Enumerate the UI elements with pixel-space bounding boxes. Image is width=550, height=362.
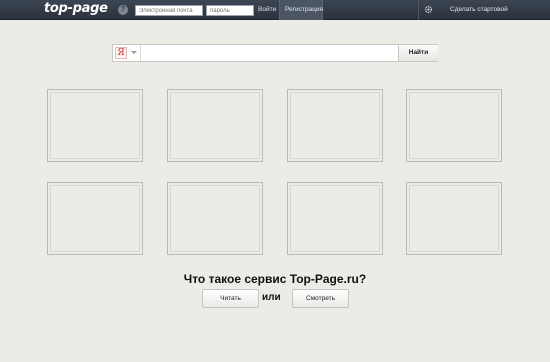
logo[interactable]: top-page [44, 1, 108, 16]
email-field[interactable] [135, 5, 203, 16]
register-tab[interactable]: Регистрация [279, 0, 323, 20]
promo-question: Что такое сервис Top-Page.ru? [183, 272, 367, 286]
header-divider [418, 0, 419, 20]
speed-dial-tile-5[interactable] [47, 182, 143, 255]
chevron-down-icon[interactable] [131, 51, 137, 54]
watch-button[interactable]: Смотреть [292, 289, 349, 308]
login-link[interactable]: Войти [258, 6, 276, 13]
speed-dial-tile-6[interactable] [167, 182, 263, 255]
gear-icon[interactable] [424, 5, 433, 14]
top-bar: top-page ? Войти Регистрация Сделать ста… [0, 0, 550, 20]
speed-dial-tile-4[interactable] [406, 89, 502, 162]
speed-dial-tile-7[interactable] [287, 182, 383, 255]
search-box: Я Найти [112, 44, 438, 62]
search-divider [140, 45, 141, 61]
yandex-icon[interactable]: Я [115, 47, 127, 59]
search-button[interactable]: Найти [398, 45, 438, 61]
read-button[interactable]: Читать [202, 289, 259, 308]
speed-dial-tile-3[interactable] [287, 89, 383, 162]
speed-dial-tile-1[interactable] [47, 89, 143, 162]
speed-dial-tile-2[interactable] [167, 89, 263, 162]
question-icon[interactable]: ? [118, 5, 128, 15]
make-start-page-link[interactable]: Сделать стартовой [450, 6, 508, 13]
speed-dial-tile-8[interactable] [406, 182, 502, 255]
password-field[interactable] [206, 5, 254, 16]
search-input[interactable] [142, 46, 396, 60]
register-link[interactable]: Регистрация [285, 6, 323, 13]
or-label: или [262, 292, 281, 303]
